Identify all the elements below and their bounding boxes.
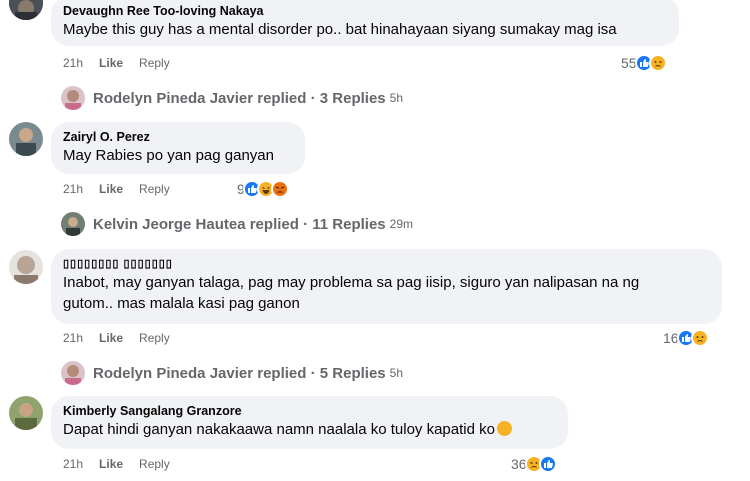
comment-text-line-2: gutom.. mas malala kasi pag ganon	[63, 295, 300, 312]
like-reaction-icon	[538, 455, 557, 473]
reaction-summary[interactable]: 16	[663, 329, 709, 347]
replies-summary[interactable]: Kelvin Jeorge Hautea replied · 11 Replie…	[93, 216, 386, 233]
avatar[interactable]	[9, 250, 43, 284]
view-replies-link[interactable]: Kelvin Jeorge Hautea replied · 11 Replie…	[61, 212, 413, 236]
like-button[interactable]: Like	[99, 331, 123, 345]
comment-time[interactable]: 21h	[63, 56, 83, 70]
comment-author[interactable]: ▯▯▯▯▯▯▯▯ ▯▯▯▯▯▯▯	[63, 256, 710, 272]
replies-time: 29m	[389, 217, 413, 231]
avatar[interactable]	[9, 0, 43, 20]
reply-avatar	[61, 361, 85, 385]
comment-text-line-1: Inabot, may ganyan talaga, pag may probl…	[63, 274, 640, 291]
replies-summary[interactable]: Rodelyn Pineda Javier replied · 3 Replie…	[93, 90, 386, 107]
view-replies-link[interactable]: Rodelyn Pineda Javier replied · 5 Replie…	[61, 361, 403, 385]
comment-author[interactable]: Zairyl O. Perez	[63, 129, 293, 145]
reply-button[interactable]: Reply	[139, 182, 170, 196]
replies-time: 5h	[389, 366, 403, 380]
like-button[interactable]: Like	[99, 457, 123, 471]
sad-reaction-icon	[690, 329, 709, 347]
comment-bubble: Devaughn Ree Too-loving Nakaya Maybe thi…	[51, 0, 679, 46]
comment-actions: 21h Like Reply	[63, 457, 186, 471]
comment-bubble: ▯▯▯▯▯▯▯▯ ▯▯▯▯▯▯▯ Inabot, may ganyan tala…	[51, 249, 722, 324]
reply-avatar	[61, 86, 85, 110]
reaction-summary[interactable]: 9	[237, 180, 289, 198]
avatar[interactable]	[9, 122, 43, 156]
reaction-summary[interactable]: 55	[621, 54, 667, 72]
replies-summary[interactable]: Rodelyn Pineda Javier replied · 5 Replie…	[93, 365, 386, 382]
sad-emoji-icon	[496, 421, 512, 436]
like-button[interactable]: Like	[99, 182, 123, 196]
like-button[interactable]: Like	[99, 56, 123, 70]
reaction-summary[interactable]: 36	[511, 455, 557, 473]
view-replies-link[interactable]: Rodelyn Pineda Javier replied · 3 Replie…	[61, 86, 403, 110]
comment-text: May Rabies po yan pag ganyan	[63, 147, 274, 164]
reply-button[interactable]: Reply	[139, 56, 170, 70]
comment-actions: 21h Like Reply	[63, 56, 186, 70]
comment-text: Maybe this guy has a mental disorder po.…	[63, 21, 617, 38]
comment-bubble: Zairyl O. Perez May Rabies po yan pag ga…	[51, 122, 305, 174]
comment-time[interactable]: 21h	[63, 182, 83, 196]
reply-avatar	[61, 212, 85, 236]
avatar[interactable]	[9, 396, 43, 430]
comment-text: Dapat hindi ganyan nakakaawa namn naalal…	[63, 419, 556, 440]
replies-time: 5h	[389, 91, 403, 105]
comment-time[interactable]: 21h	[63, 331, 83, 345]
reply-button[interactable]: Reply	[139, 331, 170, 345]
comment-actions: 21h Like Reply	[63, 182, 186, 196]
angry-reaction-icon	[270, 180, 289, 198]
sad-reaction-icon	[648, 54, 667, 72]
comment-actions: 21h Like Reply	[63, 331, 186, 345]
comment-bubble: Kimberly Sangalang Granzore Dapat hindi …	[51, 396, 568, 449]
comment-author[interactable]: Kimberly Sangalang Granzore	[63, 403, 556, 419]
comment-time[interactable]: 21h	[63, 457, 83, 471]
comment-author[interactable]: Devaughn Ree Too-loving Nakaya	[63, 3, 667, 19]
reply-button[interactable]: Reply	[139, 457, 170, 471]
